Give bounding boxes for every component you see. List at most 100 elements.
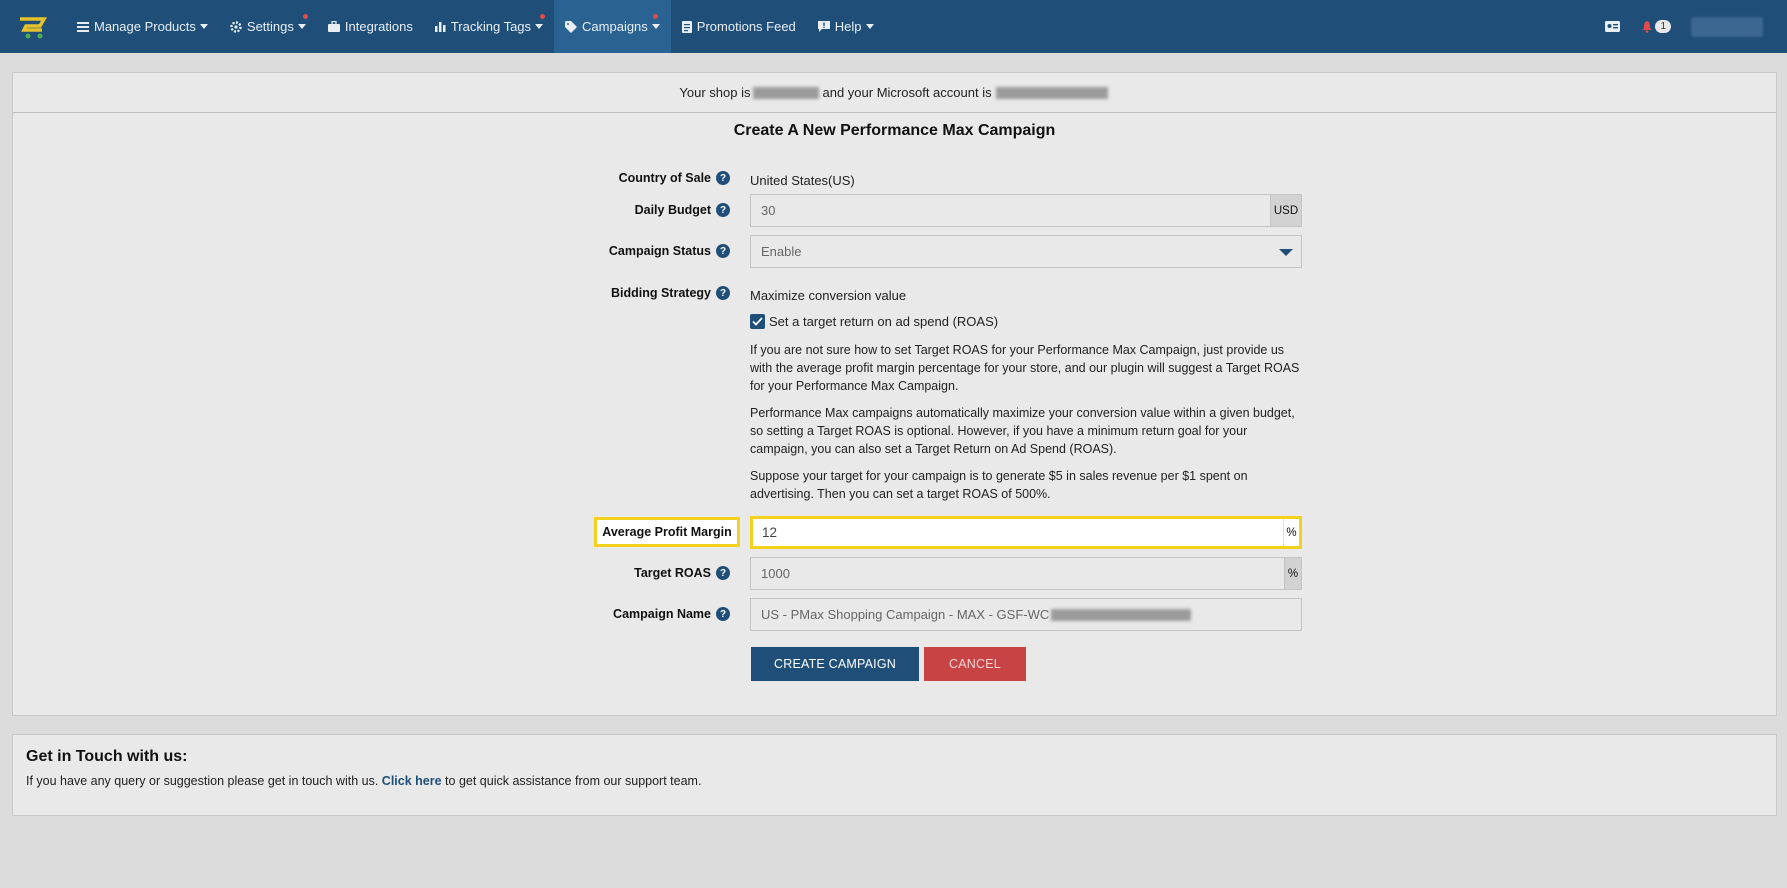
nav-help[interactable]: Help [807,0,885,53]
label-text: Daily Budget [634,203,711,217]
budget-input-group: 30 USD [750,194,1302,227]
campaign-form-card: Your shop is and your Microsoft account … [12,72,1777,716]
percent-addon: % [1284,558,1301,589]
campaign-name-input[interactable]: US - PMax Shopping Campaign - MAX - GSF-… [750,598,1302,631]
daily-budget-input[interactable]: 30 USD [750,194,1302,227]
bar-chart-icon [434,21,446,32]
account-label: and your Microsoft account is [822,85,992,100]
brand-logo[interactable] [0,0,66,53]
notification-dot [302,14,308,19]
roas-help-paragraph-1: If you are not sure how to set Target RO… [750,343,1300,393]
help-icon[interactable]: ? [716,286,730,300]
cancel-button[interactable]: CANCEL [924,647,1026,681]
currency-addon: USD [1270,195,1301,226]
nav-label: Tracking Tags [450,19,532,34]
contact-card: Get in Touch with us: If you have any qu… [12,734,1777,816]
budget-row: Daily Budget ? 30 USD [13,194,1778,227]
chevron-down-icon [865,24,874,29]
margin-row: Average Profit Margin 12 % [13,516,1778,549]
chevron-down-icon [199,24,208,29]
select-value: Enable [761,244,802,259]
document-icon [681,20,692,33]
average-profit-margin-input[interactable]: 12 % [750,516,1302,549]
label-text: Campaign Status [608,244,711,258]
comment-icon [817,20,830,33]
navbar-right: 1 [1605,0,1787,53]
roas-help-paragraph-3: Suppose your target for your campaign is… [750,469,1248,501]
shop-label: Your shop is [679,85,751,100]
label-text: Country of Sale [618,171,711,185]
bidding-content: Maximize conversion value Set a target r… [750,286,1302,503]
create-campaign-button[interactable]: CREATE CAMPAIGN [751,647,919,681]
nav-promotions-feed[interactable]: Promotions Feed [671,0,807,53]
nav-settings[interactable]: Settings [219,0,317,53]
percent-addon: % [1283,519,1299,546]
campaign-status-select[interactable]: Enable [750,235,1302,268]
roas-help-paragraph-2: Performance Max campaigns automatically … [750,406,1295,456]
roas-input-wrap: 1000 % [750,557,1302,590]
help-icon[interactable]: ? [716,566,730,580]
help-icon[interactable]: ? [716,244,730,258]
roas-checkbox[interactable] [750,313,765,329]
nav-label: Promotions Feed [696,19,796,34]
input-value: 1000 [761,566,790,581]
notification-dot [540,14,546,19]
target-roas-input[interactable]: 1000 % [750,557,1302,590]
label-text: Campaign Name [613,607,711,621]
roas-row: Target ROAS ? 1000 % [13,557,1778,590]
checkbox-label: Set a target return on ad spend (ROAS) [769,313,999,329]
contact-text-after: to get quick assistance from our support… [445,774,702,788]
contact-text-before: If you have any query or suggestion plea… [26,774,379,788]
roas-label: Target ROAS ? [634,566,730,580]
list-icon [77,21,89,32]
nav-tracking-tags[interactable]: Tracking Tags [424,0,554,53]
budget-label: Daily Budget ? [635,203,730,217]
help-icon[interactable]: ? [716,203,730,217]
name-input-wrap: US - PMax Shopping Campaign - MAX - GSF-… [750,598,1302,631]
nav-campaigns[interactable]: Campaigns [554,0,671,53]
notification-count-badge: 1 [1655,20,1671,33]
status-select-wrap: Enable [750,235,1302,268]
name-row: Campaign Name ? US - PMax Shopping Campa… [13,598,1778,631]
chevron-down-icon [1279,249,1293,256]
nav-integrations[interactable]: Integrations [317,0,424,53]
country-row: Country of Sale ? United States(US) [13,170,1778,190]
gear-icon [230,20,242,33]
name-label: Campaign Name ? [613,607,730,621]
help-icon[interactable]: ? [716,607,730,621]
support-link[interactable]: Click here [382,774,442,788]
bell-icon [1642,20,1653,33]
checkmark-icon [752,316,763,326]
country-value: United States(US) [750,173,855,188]
country-label: Country of Sale ? [619,171,730,185]
input-value: US - PMax Shopping Campaign - MAX - GSF-… [761,607,1050,622]
notifications[interactable]: 1 [1642,20,1671,33]
help-icon[interactable]: ? [716,171,730,185]
nav-manage-products[interactable]: Manage Products [66,0,219,53]
average-profit-margin-label: Average Profit Margin [594,517,740,547]
page-title: Create A New Performance Max Campaign [733,122,1056,139]
notification-dot [652,14,658,19]
roas-checkbox-row[interactable]: Set a target return on ad spend (ROAS) [750,310,1302,332]
input-value: 12 [762,525,778,540]
bidding-label: Bidding Strategy ? [611,286,730,300]
top-navbar: Manage Products Settings Integrations Tr… [0,0,1787,53]
margin-input-wrap: 12 % [750,516,1302,549]
chevron-down-icon [651,24,660,29]
chevron-down-icon [297,24,306,29]
id-card-icon[interactable] [1605,21,1621,32]
contact-text: If you have any query or suggestion plea… [26,774,1763,788]
nav-label: Settings [246,19,294,34]
contact-title: Get in Touch with us: [26,748,188,765]
user-menu[interactable] [1691,16,1763,37]
status-label: Campaign Status ? [609,244,730,258]
label-text: Bidding Strategy [610,286,711,300]
status-row: Campaign Status ? Enable [13,235,1778,268]
chevron-down-icon [535,24,544,29]
name-suffix-redacted [1051,608,1192,621]
tag-icon [565,20,578,33]
account-id-redacted [995,86,1108,99]
nav-label: Help [834,19,862,34]
nav-label: Integrations [344,19,413,34]
shop-name-redacted [752,86,819,99]
